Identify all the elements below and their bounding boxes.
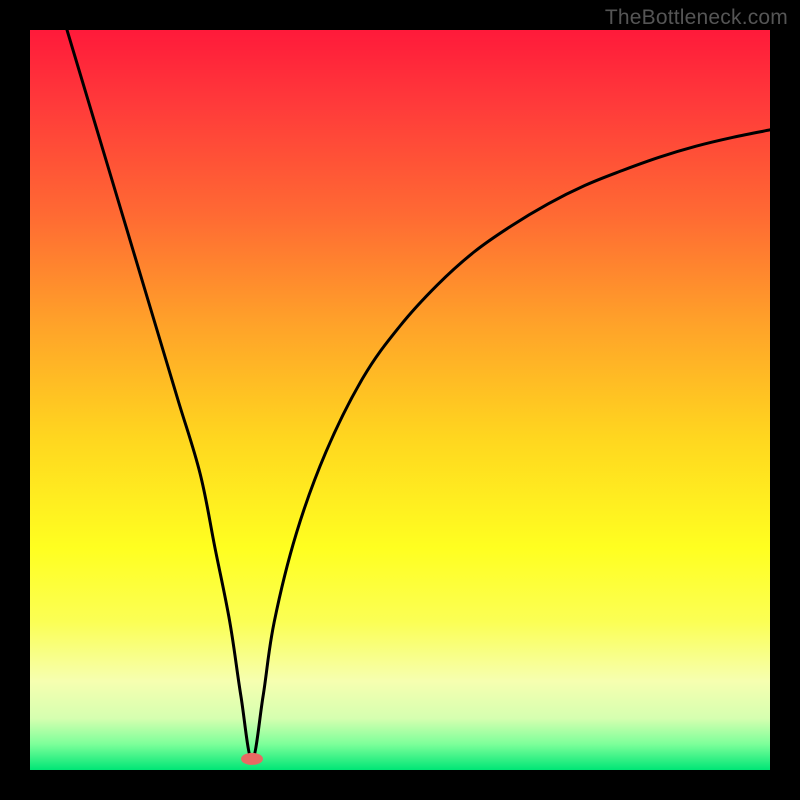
gradient-background bbox=[30, 30, 770, 770]
chart-svg bbox=[30, 30, 770, 770]
minimum-marker bbox=[241, 753, 263, 765]
chart-frame: TheBottleneck.com bbox=[0, 0, 800, 800]
plot-area bbox=[30, 30, 770, 770]
watermark-text: TheBottleneck.com bbox=[605, 6, 788, 30]
